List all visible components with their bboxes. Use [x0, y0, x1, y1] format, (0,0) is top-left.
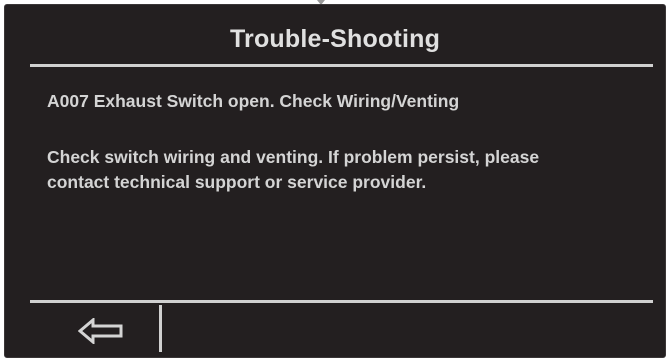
title-divider [30, 64, 653, 67]
troubleshooting-message: Check switch wiring and venting. If prob… [47, 147, 540, 192]
footer-vertical-divider [159, 305, 162, 352]
page-title: Trouble-Shooting [229, 25, 441, 53]
error-code-line: A007 Exhaust Switch open. Check Wiring/V… [47, 91, 460, 111]
troubleshooting-screen: Trouble-Shooting A007 Exhaust Switch ope… [4, 4, 666, 358]
footer-divider [30, 300, 653, 303]
back-arrow-icon [78, 318, 123, 344]
back-button[interactable] [65, 311, 137, 351]
